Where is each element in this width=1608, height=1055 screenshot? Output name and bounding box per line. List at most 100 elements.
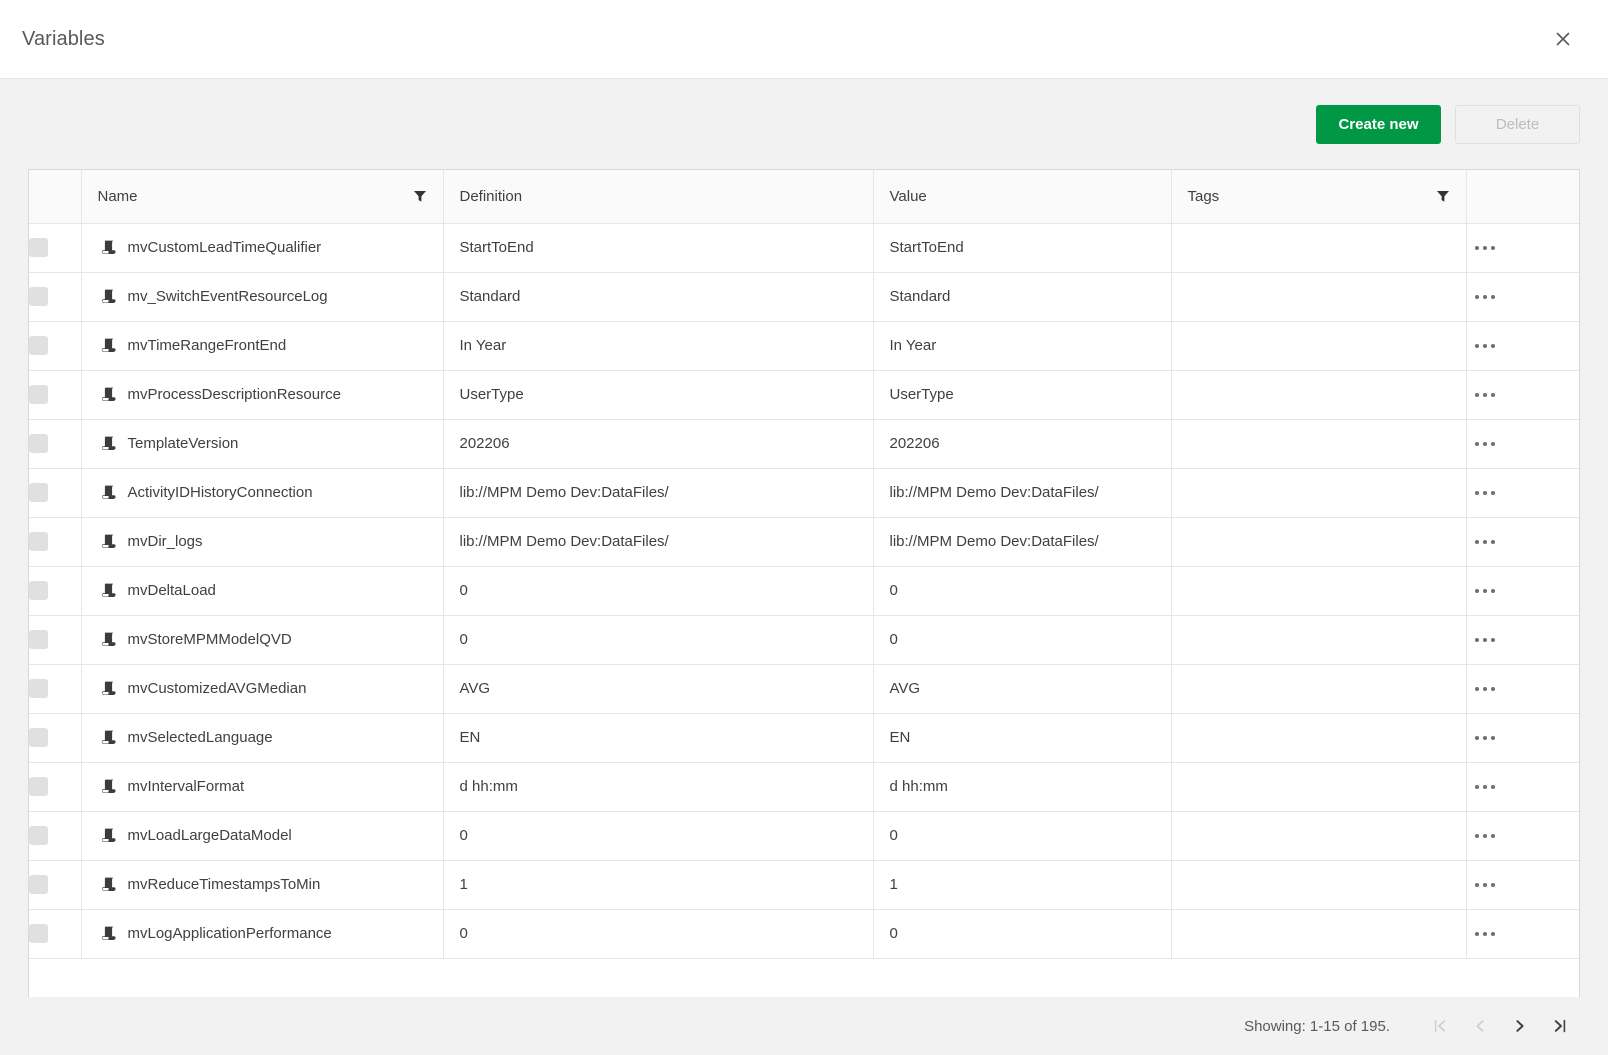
row-name-cell: mvDir_logs [81, 517, 444, 567]
name-filter-icon[interactable] [413, 189, 427, 203]
row-actions-cell [1466, 664, 1579, 714]
row-value-cell: 1 [873, 860, 1172, 910]
row-checkbox[interactable] [29, 532, 48, 551]
kebab-menu-icon[interactable] [1467, 773, 1503, 801]
row-actions-cell [1466, 370, 1579, 420]
kebab-menu-icon[interactable] [1467, 283, 1503, 311]
row-actions-cell [1466, 615, 1579, 665]
row-name-cell: mvDeltaLoad [81, 566, 444, 616]
row-value-cell: 0 [873, 615, 1172, 665]
row-select-cell [29, 370, 82, 420]
table-row[interactable]: mv_SwitchEventResourceLog Standard Standar… [29, 272, 1579, 322]
row-checkbox[interactable] [29, 630, 48, 649]
row-checkbox[interactable] [29, 777, 48, 796]
column-header-definition-label: Definition [459, 187, 523, 205]
row-name-cell: mvProcessDescriptionResource [81, 370, 444, 420]
kebab-menu-icon[interactable] [1467, 332, 1503, 360]
row-checkbox[interactable] [29, 679, 48, 698]
kebab-menu-icon[interactable] [1467, 381, 1503, 409]
row-definition-cell: 202206 [443, 419, 874, 469]
row-checkbox[interactable] [29, 385, 48, 404]
variables-table-container: Name Definition Value Tags mvCustomLeadT… [28, 169, 1580, 997]
row-actions-cell [1466, 713, 1579, 763]
kebab-menu-icon[interactable] [1467, 822, 1503, 850]
kebab-menu-icon[interactable] [1467, 675, 1503, 703]
row-name-label: mvTimeRangeFrontEnd [127, 337, 287, 354]
kebab-menu-icon[interactable] [1467, 724, 1503, 752]
row-value-cell: In Year [873, 321, 1172, 371]
variable-scroll-icon [101, 680, 118, 697]
row-checkbox[interactable] [29, 581, 48, 600]
row-definition-cell: In Year [443, 321, 874, 371]
create-new-button[interactable]: Create new [1316, 104, 1441, 144]
next-page-button[interactable] [1500, 1007, 1540, 1045]
row-checkbox[interactable] [29, 728, 48, 747]
row-name-cell: mvLoadLargeDataModel [81, 811, 444, 861]
kebab-menu-icon[interactable] [1467, 479, 1503, 507]
table-row[interactable]: mvLoadLargeDataModel 0 0 [29, 811, 1579, 861]
table-row[interactable]: mvCustomLeadTimeQualifier StartToEnd Start… [29, 223, 1579, 273]
row-tags-cell [1171, 370, 1467, 420]
delete-button[interactable]: Delete [1455, 104, 1580, 144]
variables-dialog: Variables Create new Delete Name Definit… [0, 0, 1608, 1055]
row-select-cell [29, 517, 82, 567]
previous-page-button [1460, 1007, 1500, 1045]
kebab-menu-icon[interactable] [1467, 528, 1503, 556]
table-row[interactable]: ActivityIDHistoryConnection lib://MPM Dem… [29, 468, 1579, 518]
column-header-tags-label: Tags [1187, 187, 1220, 205]
table-row[interactable]: mvTimeRangeFrontEnd In Year In Year [29, 321, 1579, 371]
row-checkbox[interactable] [29, 238, 48, 257]
row-checkbox[interactable] [29, 924, 48, 943]
column-header-tags[interactable]: Tags [1171, 170, 1467, 224]
row-actions-cell [1466, 321, 1579, 371]
row-checkbox[interactable] [29, 336, 48, 355]
row-tags-cell [1171, 811, 1467, 861]
row-name-cell: mvLogApplicationPerformance [81, 909, 444, 959]
kebab-menu-icon[interactable] [1467, 920, 1503, 948]
row-select-cell [29, 811, 82, 861]
table-row[interactable]: TemplateVersion 202206 202206 [29, 419, 1579, 469]
variable-scroll-icon [101, 729, 118, 746]
kebab-menu-icon[interactable] [1467, 430, 1503, 458]
last-page-button[interactable] [1540, 1007, 1580, 1045]
tags-filter-icon[interactable] [1436, 189, 1450, 203]
row-checkbox[interactable] [29, 875, 48, 894]
table-row[interactable]: mvProcessDescriptionResource UserType User… [29, 370, 1579, 420]
table-row[interactable]: mvStoreMPMModelQVD 0 0 [29, 615, 1579, 665]
row-tags-cell [1171, 909, 1467, 959]
row-checkbox[interactable] [29, 287, 48, 306]
table-row[interactable]: mvSelectedLanguage EN EN [29, 713, 1579, 763]
column-header-value[interactable]: Value [873, 170, 1172, 224]
close-icon[interactable] [1546, 22, 1580, 56]
row-name-label: mvCustomizedAVGMedian [127, 680, 307, 697]
table-row[interactable]: mvDir_logs lib://MPM Demo Dev:DataFiles/l… [29, 517, 1579, 567]
row-value-cell: 0 [873, 566, 1172, 616]
row-name-label: mvSelectedLanguage [127, 729, 273, 746]
table-row[interactable]: mvIntervalFormat d hh:mm d hh:mm [29, 762, 1579, 812]
showing-status: Showing: 1-15 of 195. [1244, 1017, 1390, 1035]
row-select-cell [29, 909, 82, 959]
column-header-name[interactable]: Name [81, 170, 444, 224]
row-name-cell: mv_SwitchEventResourceLog [81, 272, 444, 322]
table-row[interactable]: mvLogApplicationPerformance 0 0 [29, 909, 1579, 959]
table-row[interactable]: mvReduceTimestampsToMin 1 1 [29, 860, 1579, 910]
row-definition-cell: StartToEnd [443, 223, 874, 273]
pagination [1420, 1007, 1580, 1045]
table-row[interactable]: mvCustomizedAVGMedian AVG AVG [29, 664, 1579, 714]
kebab-menu-icon[interactable] [1467, 871, 1503, 899]
table-row[interactable]: mvDeltaLoad 0 0 [29, 566, 1579, 616]
dialog-footer: Showing: 1-15 of 195. [0, 997, 1608, 1055]
row-name-cell: mvSelectedLanguage [81, 713, 444, 763]
row-name-label: ActivityIDHistoryConnection [127, 484, 313, 501]
row-name-label: mvReduceTimestampsToMin [127, 876, 321, 893]
row-checkbox[interactable] [29, 434, 48, 453]
column-header-definition[interactable]: Definition [443, 170, 874, 224]
row-checkbox[interactable] [29, 483, 48, 502]
variable-scroll-icon [101, 288, 118, 305]
kebab-menu-icon[interactable] [1467, 626, 1503, 654]
row-value-cell: AVG [873, 664, 1172, 714]
kebab-menu-icon[interactable] [1467, 234, 1503, 262]
row-checkbox[interactable] [29, 826, 48, 845]
row-name-cell: TemplateVersion [81, 419, 444, 469]
kebab-menu-icon[interactable] [1467, 577, 1503, 605]
